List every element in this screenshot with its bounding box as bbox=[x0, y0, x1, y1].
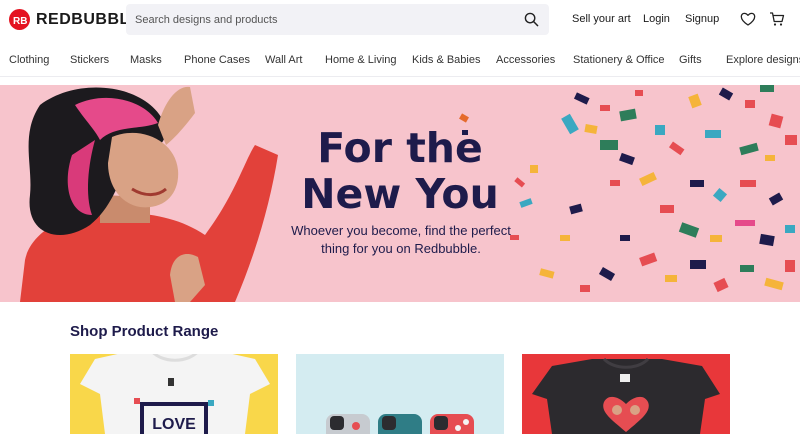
nav-item-gifts[interactable]: Gifts bbox=[679, 54, 702, 66]
logo-bubble-icon: RB bbox=[9, 9, 30, 30]
phone-cases-card[interactable] bbox=[296, 354, 504, 434]
nav-item-phone-cases[interactable]: Phone Cases bbox=[184, 54, 250, 66]
hero-title-line-2: New You bbox=[301, 170, 499, 218]
login-link[interactable]: Login bbox=[643, 13, 670, 25]
search-bar[interactable] bbox=[126, 4, 549, 35]
cart-icon[interactable] bbox=[769, 11, 785, 27]
signup-link[interactable]: Signup bbox=[685, 13, 719, 25]
hero-banner[interactable]: For the New You Whoever you become, find… bbox=[0, 85, 800, 302]
nav-item-accessories[interactable]: Accessories bbox=[496, 54, 555, 66]
section-title: Shop Product Range bbox=[70, 323, 219, 340]
search-icon[interactable] bbox=[524, 12, 539, 27]
heart-icon[interactable] bbox=[740, 11, 756, 27]
tshirt-image: LOVE bbox=[80, 354, 270, 434]
hero-title-line-1: For the bbox=[317, 124, 483, 172]
hero-subtitle-line-1: Whoever you become, find the perfect bbox=[291, 223, 511, 238]
nav-item-home-living[interactable]: Home & Living bbox=[325, 54, 397, 66]
sweatshirt-card[interactable] bbox=[522, 354, 730, 434]
nav-item-kids-babies[interactable]: Kids & Babies bbox=[412, 54, 480, 66]
logo[interactable]: RB REDBUBBLE bbox=[9, 9, 141, 30]
hero-title: For the New You bbox=[280, 125, 520, 217]
nav-item-wall-art[interactable]: Wall Art bbox=[265, 54, 303, 66]
nav-item-explore-designs[interactable]: Explore designs bbox=[726, 54, 800, 66]
hero-subtitle: Whoever you become, find the perfect thi… bbox=[270, 222, 532, 258]
sell-your-art-link[interactable]: Sell your art bbox=[572, 13, 631, 25]
svg-text:RB: RB bbox=[13, 16, 27, 25]
nav-item-stickers[interactable]: Stickers bbox=[70, 54, 109, 66]
phone-cases-image bbox=[326, 414, 474, 434]
tshirt-card[interactable]: LOVE bbox=[70, 354, 278, 434]
nav-item-masks[interactable]: Masks bbox=[130, 54, 162, 66]
category-nav: Clothing Stickers Masks Phone Cases Wall… bbox=[0, 44, 800, 77]
hero-subtitle-line-2: thing for you on Redbubble. bbox=[321, 241, 481, 256]
search-input[interactable] bbox=[126, 4, 506, 35]
sweatshirt-image bbox=[532, 357, 720, 434]
nav-item-stationery-office[interactable]: Stationery & Office bbox=[573, 54, 665, 66]
love-graphic-text: LOVE bbox=[152, 416, 196, 433]
nav-item-clothing[interactable]: Clothing bbox=[9, 54, 49, 66]
site-header: RB REDBUBBLE Sell your art Login Signup bbox=[0, 0, 800, 40]
